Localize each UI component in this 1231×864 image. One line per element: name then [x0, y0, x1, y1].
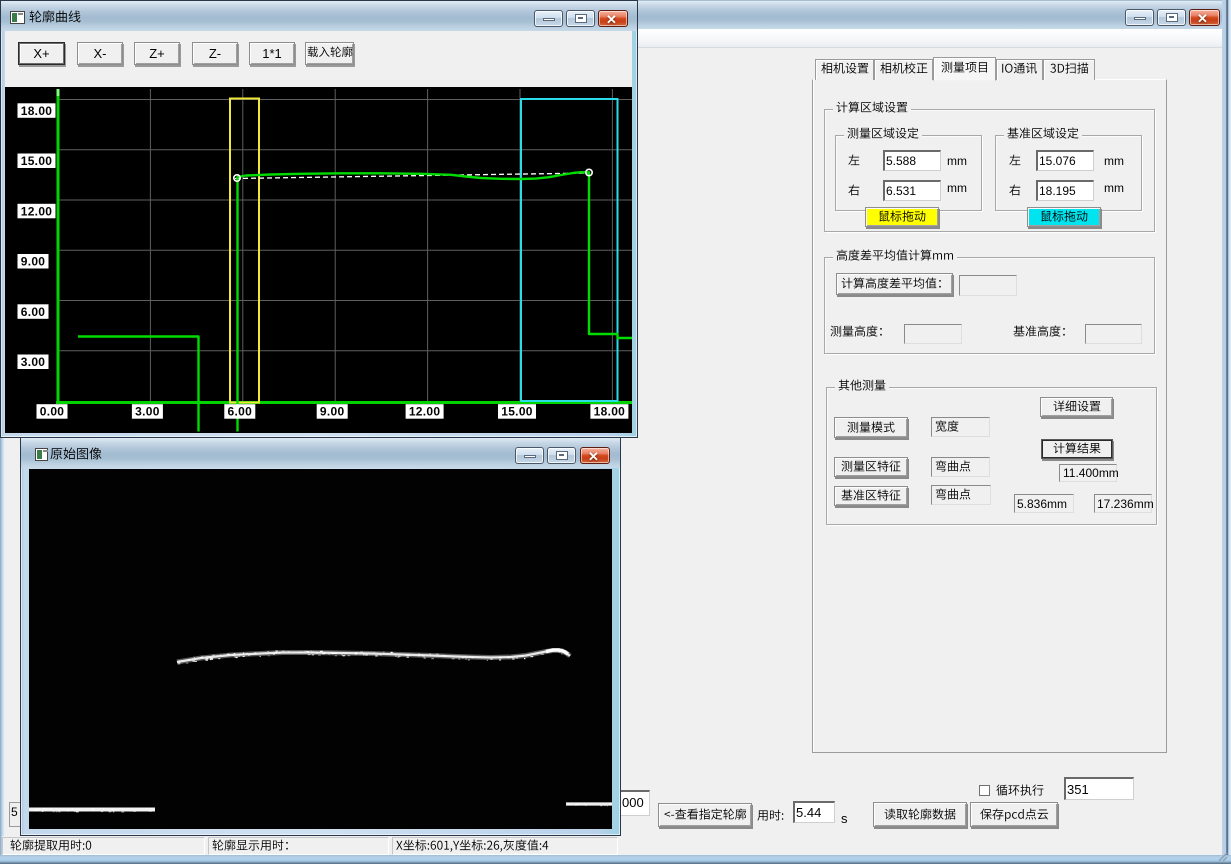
svg-text:18.00: 18.00: [21, 104, 53, 118]
svg-text:0.00: 0.00: [40, 405, 65, 419]
svg-text:9.00: 9.00: [320, 405, 345, 419]
svg-text:3.00: 3.00: [21, 355, 46, 369]
svg-text:3.00: 3.00: [135, 405, 160, 419]
svg-text:6.00: 6.00: [228, 405, 253, 419]
svg-text:18.00: 18.00: [594, 405, 626, 419]
svg-text:12.00: 12.00: [409, 405, 441, 419]
svg-text:12.00: 12.00: [21, 204, 53, 218]
svg-text:6.00: 6.00: [21, 305, 46, 319]
svg-text:15.00: 15.00: [501, 405, 533, 419]
svg-text:15.00: 15.00: [21, 154, 53, 168]
svg-text:9.00: 9.00: [21, 255, 46, 269]
